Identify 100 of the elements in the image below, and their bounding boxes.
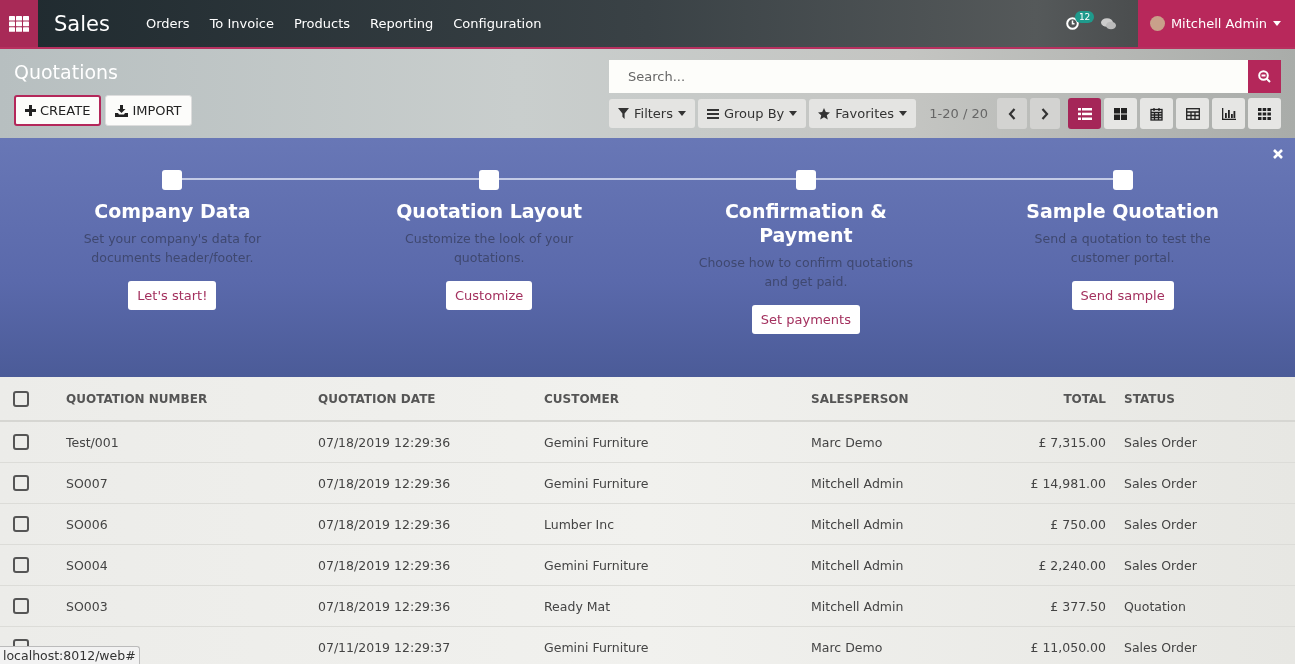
kanban-view-button[interactable] [1104,98,1137,129]
avatar-icon [1149,16,1165,31]
grid-icon [9,15,29,32]
column-header[interactable]: CUSTOMER [530,391,797,406]
caret-icon [1273,21,1281,26]
pivot-view-button[interactable] [1176,98,1209,129]
table-cell-text: 07/11/2019 12:29:37 [317,639,452,655]
table-cell-text: Marc Demo [810,639,884,655]
checkbox[interactable] [13,598,29,614]
search-box[interactable]: Search... [609,60,1248,93]
step-marker [162,170,183,190]
column-header[interactable]: TOTAL [1010,391,1110,406]
table-cell-text: Quotation [1123,598,1187,614]
checkbox[interactable] [13,434,29,450]
table-cell-text: £ 377.50 [1049,598,1107,614]
plus-icon [25,105,36,116]
calendar-icon [1150,106,1163,121]
grid-view-button[interactable] [1248,98,1281,129]
table-cell-text: Ready Mat [543,598,612,614]
import-button[interactable]: IMPORT [105,95,192,126]
search-button[interactable] [1248,60,1281,93]
table-cell-text: Gemini Furniture [543,434,650,450]
table-cell-text: Sales Order [1123,475,1198,491]
app-name: Sales [53,10,111,38]
step-title: Quotation Layout [395,199,584,223]
checkbox[interactable] [13,516,29,532]
caret-icon [789,111,798,116]
user-menu[interactable]: Mitchell Admin [1137,0,1295,47]
create-button[interactable]: CREATE [14,95,102,126]
filters-dropdown[interactable]: Filters [609,99,695,128]
checkbox[interactable] [13,557,29,573]
close-icon [1273,149,1283,159]
table-cell-text: Gemini Furniture [543,557,650,573]
table-cell-text: SO004 [65,557,109,573]
search-field[interactable]: Search... [626,68,1248,85]
table-cell-text: Gemini Furniture [543,639,650,655]
step-button[interactable]: Set payments [751,305,860,334]
table-cell-text: £ 11,050.00 [1029,639,1107,655]
table-cell-text: 07/18/2019 12:29:36 [317,434,452,450]
table-cell-text: Mitchell Admin [810,475,905,491]
table-cell-text: 07/18/2019 12:29:36 [317,557,452,573]
step-marker [479,170,500,190]
step-description: Set your company's data for documents header/footer. [82,230,263,267]
column-header[interactable]: SALESPERSON [797,391,1010,406]
column-header[interactable]: STATUS [1110,391,1295,406]
table-cell-text: Mitchell Admin [810,598,905,614]
list-icon [1077,107,1092,120]
menu-lines-icon [706,108,719,119]
list-view-button[interactable] [1068,98,1101,129]
table-cell-text: £ 7,315.00 [1037,434,1107,450]
step-button[interactable]: Let's start! [128,281,217,310]
checkbox[interactable] [13,390,29,407]
bar-chart-icon [1221,107,1236,120]
graph-view-button[interactable] [1212,98,1245,129]
table-cell-text: £ 2,240.00 [1037,557,1107,573]
page-title: Quotations [14,61,119,85]
pager-value: 1-20 / 20 [929,106,988,121]
tiles-icon [1114,107,1127,120]
caret-icon [899,111,908,116]
table-cell-text: SO007 [65,475,109,491]
menu-item[interactable]: Orders [135,0,200,47]
checkbox[interactable] [13,475,29,491]
clock-icon[interactable] [1065,17,1079,30]
table-cell-text: Sales Order [1123,434,1198,450]
menu-item[interactable]: Reporting [360,0,444,47]
column-header[interactable]: QUOTATION NUMBER [52,391,304,406]
table-cell-text: Test/001 [65,434,120,450]
chevron-right-icon [1041,107,1049,120]
table-cell-text: Marc Demo [810,434,884,450]
table-cell-text: Lumber Inc [543,516,616,532]
step-button[interactable]: Customize [446,281,533,310]
table-cell-text: Sales Order [1123,516,1198,532]
table-cell-text: SO006 [65,516,109,532]
apps-menu-button[interactable] [0,0,38,47]
step-marker [1112,170,1133,190]
previous-page-button[interactable] [997,98,1027,129]
table-cell-text: Mitchell Admin [810,557,905,573]
table-cell-text: £ 750.00 [1049,516,1107,532]
column-header[interactable]: QUOTATION DATE [304,391,530,406]
next-page-button[interactable] [1030,98,1060,129]
status-url-tooltip: localhost:8012/web# [0,646,140,664]
calendar-view-button[interactable] [1140,98,1173,129]
group-by-dropdown[interactable]: Group By [697,99,807,128]
filter-icon [618,108,629,119]
step-title: Company Data [93,199,252,223]
step-button[interactable]: Send sample [1071,281,1174,310]
table-cell-text: £ 14,981.00 [1029,475,1107,491]
table-icon [1185,107,1200,120]
chat-bubbles-icon[interactable] [1100,17,1116,30]
chevron-left-icon [1008,107,1016,120]
table-cell-text: 07/18/2019 12:29:36 [317,516,452,532]
table-cell-text: 07/18/2019 12:29:36 [317,475,452,491]
favorites-dropdown[interactable]: Favorites [809,99,917,128]
step-title: Confirmation & Payment [723,199,888,247]
activity-count-badge: 12 [1074,11,1095,23]
menu-item[interactable]: Configuration [443,0,552,47]
step-description: Customize the look of your quotations. [404,230,575,267]
table-cell-text: 07/18/2019 12:29:36 [317,598,452,614]
menu-item[interactable]: Products [283,0,361,47]
menu-item[interactable]: To Invoice [199,0,284,47]
